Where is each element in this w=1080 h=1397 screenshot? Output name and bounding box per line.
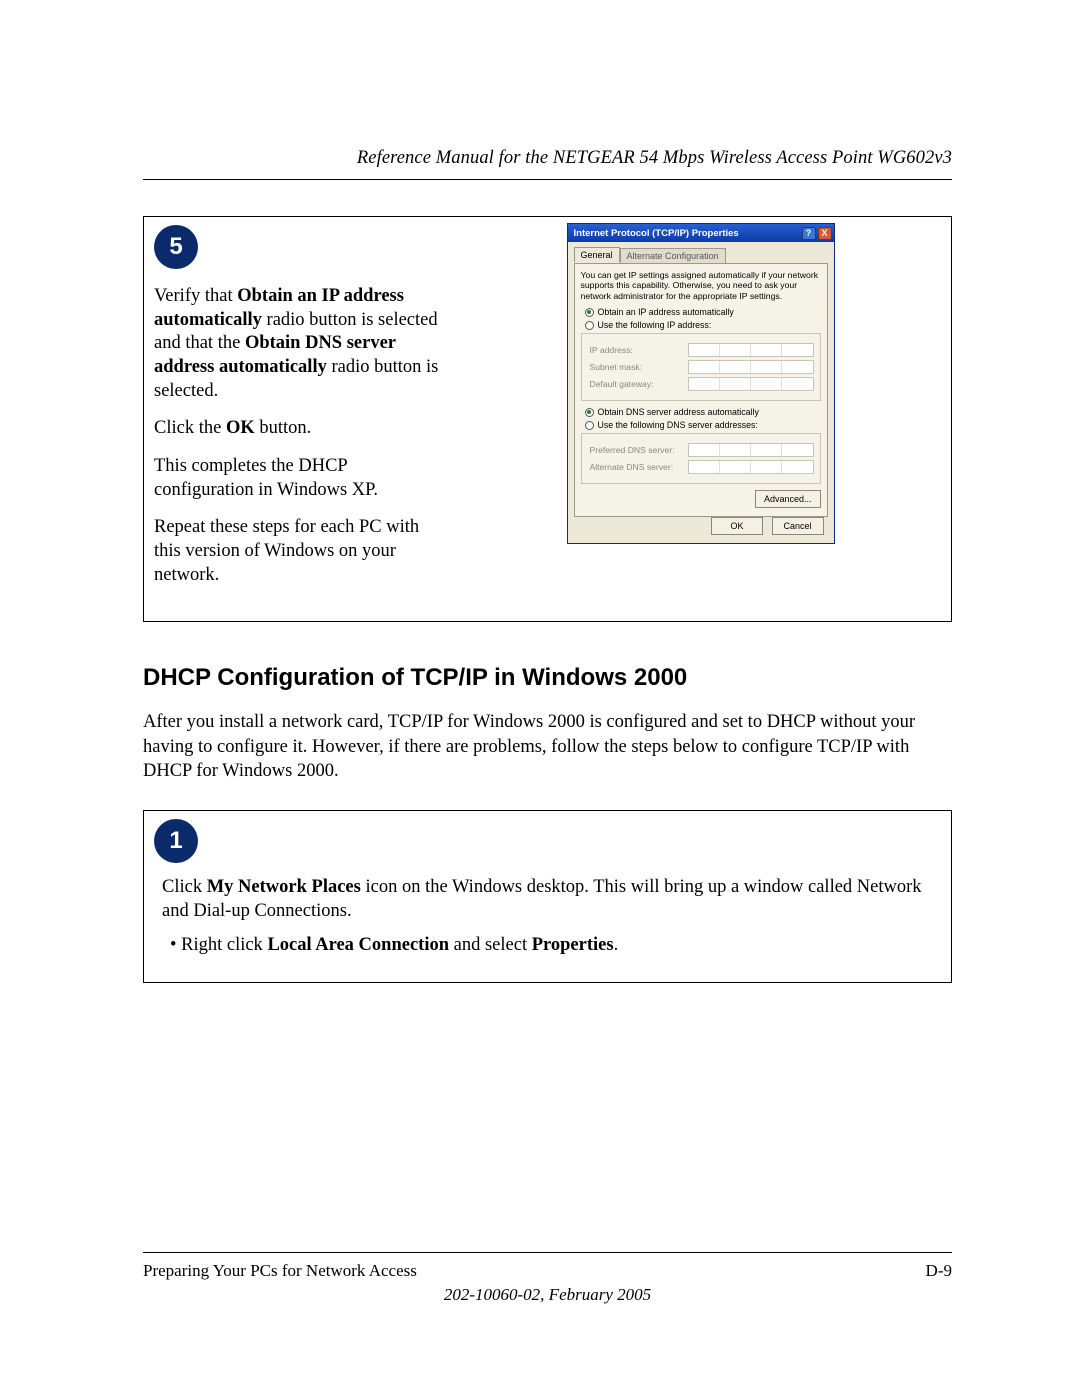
dialog-description: You can get IP settings assigned automat… (581, 270, 821, 301)
step-1-box: 1 Click My Network Places icon on the Wi… (143, 810, 952, 983)
radio-dot-icon (585, 321, 594, 330)
field-alt-dns[interactable] (688, 460, 814, 474)
step-1-text: Click My Network Places icon on the Wind… (162, 875, 933, 958)
dialog-titlebar: Internet Protocol (TCP/IP) Properties ? … (568, 224, 834, 242)
step1-para1: Click My Network Places icon on the Wind… (162, 875, 933, 924)
radio-dns-manual[interactable]: Use the following DNS server addresses: (585, 420, 821, 430)
tcpip-properties-dialog: Internet Protocol (TCP/IP) Properties ? … (567, 223, 835, 544)
step-5-box: 5 Verify that Obtain an IP address autom… (143, 216, 952, 622)
tab-general[interactable]: General (574, 247, 620, 262)
footer-section-title: Preparing Your PCs for Network Access (143, 1261, 417, 1281)
step5-para3: This completes the DHCP configuration in… (154, 455, 448, 502)
step-5-screenshot: Internet Protocol (TCP/IP) Properties ? … (454, 217, 951, 621)
dns-fields-group: Preferred DNS server: Alternate DNS serv… (581, 433, 821, 484)
ok-button[interactable]: OK (711, 517, 763, 535)
ip-fields-group: IP address: Subnet mask: Default gateway… (581, 333, 821, 401)
field-ip[interactable] (688, 343, 814, 357)
section-heading: DHCP Configuration of TCP/IP in Windows … (143, 664, 952, 692)
cancel-button[interactable]: Cancel (772, 517, 824, 535)
footer-rule (143, 1252, 952, 1253)
running-header: Reference Manual for the NETGEAR 54 Mbps… (143, 148, 952, 169)
radio-ip-auto[interactable]: Obtain an IP address automatically (585, 307, 821, 317)
radio-dot-selected-icon (585, 408, 594, 417)
dialog-panel: You can get IP settings assigned automat… (574, 263, 828, 517)
close-button[interactable]: X (818, 227, 832, 240)
page-footer: Preparing Your PCs for Network Access D-… (143, 1252, 952, 1305)
help-button[interactable]: ? (802, 227, 816, 240)
page-number: D-9 (926, 1261, 952, 1281)
label-mask: Subnet mask: (590, 362, 682, 372)
step5-para1: Verify that Obtain an IP address automat… (154, 285, 448, 403)
header-rule (143, 179, 952, 180)
step5-para2: Click the OK button. (154, 417, 448, 441)
label-ip: IP address: (590, 345, 682, 355)
field-mask[interactable] (688, 360, 814, 374)
radio-dns-auto[interactable]: Obtain DNS server address automatically (585, 407, 821, 417)
label-pref-dns: Preferred DNS server: (590, 445, 682, 455)
tab-alternate[interactable]: Alternate Configuration (620, 248, 726, 263)
radio-dot-selected-icon (585, 308, 594, 317)
publication-info: 202-10060-02, February 2005 (143, 1285, 952, 1305)
dialog-tabs: General Alternate Configuration (574, 246, 828, 261)
section-paragraph: After you install a network card, TCP/IP… (143, 710, 952, 783)
field-pref-dns[interactable] (688, 443, 814, 457)
step-badge-1: 1 (154, 819, 198, 863)
label-alt-dns: Alternate DNS server: (590, 462, 682, 472)
radio-ip-manual[interactable]: Use the following IP address: (585, 320, 821, 330)
step-5-text: Verify that Obtain an IP address automat… (144, 217, 454, 621)
radio-dot-icon (585, 421, 594, 430)
step1-bullet: Right click Local Area Connection and se… (170, 933, 933, 957)
dialog-title: Internet Protocol (TCP/IP) Properties (574, 228, 739, 239)
field-gw[interactable] (688, 377, 814, 391)
advanced-button[interactable]: Advanced... (755, 490, 821, 508)
label-gw: Default gateway: (590, 379, 682, 389)
step-badge-5: 5 (154, 225, 198, 269)
step5-para4: Repeat these steps for each PC with this… (154, 516, 448, 587)
